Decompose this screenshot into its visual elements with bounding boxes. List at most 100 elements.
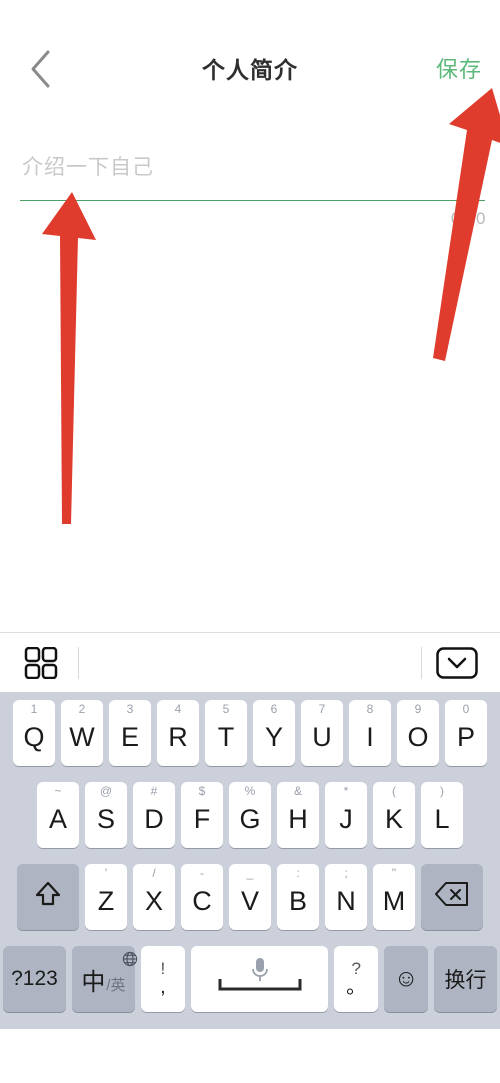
key-label: L [434, 804, 450, 834]
key-hint: 8 [366, 702, 374, 716]
key-label: R [168, 722, 188, 752]
profile-bio-screen: 个人简介 保存 0/50 [0, 0, 500, 632]
key-f[interactable]: $ F [181, 782, 223, 848]
key-hint: 0 [462, 702, 470, 716]
key-o[interactable]: 9 O [397, 700, 439, 766]
key-q[interactable]: 1 Q [13, 700, 55, 766]
space-bar-icon [218, 967, 302, 998]
key-label: F [193, 804, 211, 834]
key-label: G [239, 804, 261, 834]
punct-top-label: ! [160, 958, 166, 978]
page-title: 个人简介 [202, 57, 298, 83]
key-hint: ' [104, 866, 108, 880]
home-indicator-area [0, 1029, 500, 1083]
toolbar-divider-right [421, 647, 422, 679]
language-switch-key[interactable]: 中 /英 [71, 946, 138, 1012]
space-key[interactable] [190, 946, 329, 1012]
globe-icon [122, 946, 138, 973]
key-label: S [96, 804, 115, 834]
punct-top-label: ? [351, 958, 361, 978]
toolbar-divider-left [78, 647, 79, 679]
key-label: T [217, 722, 235, 752]
shift-arrow-icon [33, 879, 63, 916]
key-m[interactable]: " M [373, 864, 415, 930]
key-k[interactable]: ( K [373, 782, 415, 848]
key-x[interactable]: / X [133, 864, 175, 930]
key-p[interactable]: 0 P [445, 700, 487, 766]
bio-input-field[interactable] [22, 156, 462, 180]
key-hint: " [391, 866, 397, 880]
key-hint: $ [198, 784, 206, 798]
punctuation-comma-key[interactable]: ! , [140, 946, 185, 1012]
key-u[interactable]: 7 U [301, 700, 343, 766]
key-hint: 4 [174, 702, 182, 716]
navigation-bar: 个人简介 保存 [0, 0, 500, 110]
key-hint: 9 [414, 702, 422, 716]
key-label: A [48, 804, 67, 834]
key-label: Z [97, 886, 115, 916]
emoji-key[interactable]: ☺ [384, 946, 429, 1012]
keyboard-row-3: ' Z / X - C _ V : B ; N " M [0, 864, 500, 936]
shift-key[interactable] [17, 864, 79, 930]
key-t[interactable]: 5 T [205, 700, 247, 766]
key-j[interactable]: * J [325, 782, 367, 848]
key-h[interactable]: & H [277, 782, 319, 848]
key-hint: & [293, 784, 302, 798]
key-hint: ) [440, 784, 444, 798]
key-label: M [382, 886, 406, 916]
key-hint: / [152, 866, 156, 880]
key-y[interactable]: 6 Y [253, 700, 295, 766]
key-c[interactable]: - C [181, 864, 223, 930]
key-hint: 3 [126, 702, 134, 716]
backspace-key[interactable] [421, 864, 483, 930]
key-v[interactable]: _ V [229, 864, 271, 930]
key-n[interactable]: ; N [325, 864, 367, 930]
key-g[interactable]: % G [229, 782, 271, 848]
key-hint: ( [392, 784, 396, 798]
key-r[interactable]: 4 R [157, 700, 199, 766]
key-d[interactable]: # D [133, 782, 175, 848]
key-hint: 6 [270, 702, 278, 716]
key-label: J [339, 804, 353, 834]
keyboard-row-2: ~ A @ S # D $ F % G & H * J (K) L [0, 782, 500, 854]
key-label: C [192, 886, 212, 916]
punct-bottom-label: 。 [346, 976, 367, 999]
key-hint: ; [344, 866, 348, 880]
key-label: K [384, 804, 403, 834]
language-en-label: /英 [106, 976, 126, 994]
key-z[interactable]: ' Z [85, 864, 127, 930]
key-label: W [69, 722, 95, 752]
key-label: O [407, 722, 429, 752]
key-hint: 5 [222, 702, 230, 716]
punctuation-period-key[interactable]: ? 。 [334, 946, 379, 1012]
keyboard-keys: 1 Q 2 W 3 E 4 R 5 T 6 Y 7 U 8 I 9 O 0 P … [0, 692, 500, 1047]
bio-input-section: 0/50 [0, 110, 500, 270]
key-s[interactable]: @ S [85, 782, 127, 848]
language-cn-label: 中 [81, 968, 106, 996]
numbers-symbols-key[interactable]: ?123 [3, 946, 66, 1012]
key-label: U [312, 722, 332, 752]
key-label: B [288, 886, 307, 916]
keyboard-row-1: 1 Q 2 W 3 E 4 R 5 T 6 Y 7 U 8 I 9 O 0 P [0, 700, 500, 772]
key-b[interactable]: : B [277, 864, 319, 930]
key-w[interactable]: 2 W [61, 700, 103, 766]
key-label: Q [23, 722, 45, 752]
key-hint: : [296, 866, 300, 880]
return-key[interactable]: 换行 [434, 946, 497, 1012]
key-hint: # [150, 784, 158, 798]
keyboard-dismiss-icon[interactable] [436, 647, 478, 679]
key-i[interactable]: 8 I [349, 700, 391, 766]
key-label: X [144, 886, 163, 916]
key-hint: - [200, 866, 204, 880]
key-e[interactable]: 3 E [109, 700, 151, 766]
key-label: V [240, 886, 259, 916]
grid-2x2-icon[interactable] [24, 646, 58, 680]
key-hint: 2 [78, 702, 86, 716]
key-label: E [120, 722, 139, 752]
key-a[interactable]: ~ A [37, 782, 79, 848]
key-l[interactable]: ) L [421, 782, 463, 848]
key-label: I [366, 722, 374, 752]
bio-input-underline [20, 200, 485, 201]
key-hint: _ [246, 866, 254, 880]
save-button[interactable]: 保存 [436, 52, 482, 84]
